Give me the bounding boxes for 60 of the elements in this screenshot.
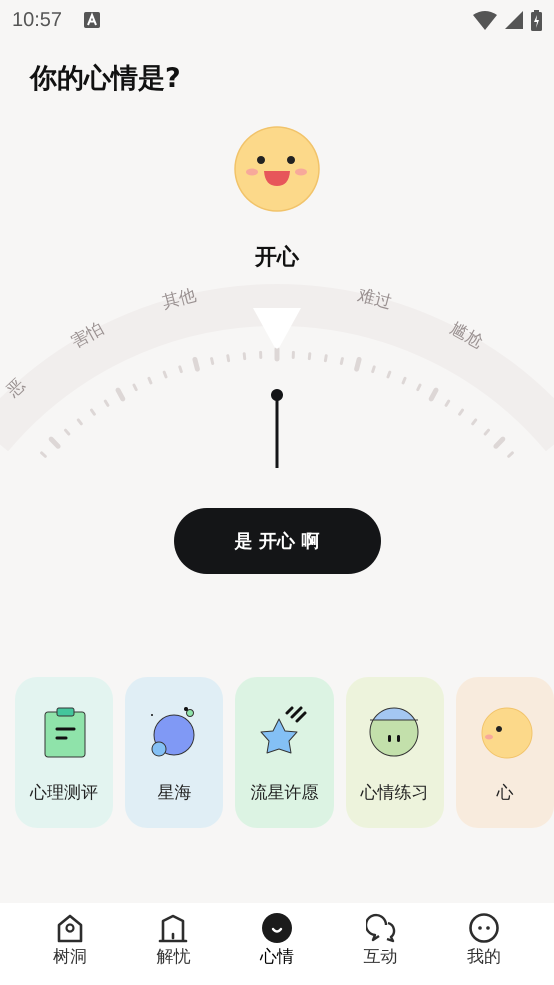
feature-card[interactable]: 星海 [125, 677, 224, 828]
battery-icon [531, 10, 542, 30]
feature-card[interactable]: 心理测评 [15, 677, 114, 828]
dial-tick [428, 388, 438, 402]
smile-icon [262, 913, 292, 943]
dial-tick [116, 388, 126, 402]
confirm-button[interactable]: 是 开心 啊 [174, 508, 380, 574]
dial-tick [484, 428, 490, 436]
status-time: 10:57 [12, 8, 62, 32]
needle-icon [271, 389, 283, 468]
dial-tick [507, 451, 514, 458]
dial-tick [324, 354, 328, 362]
dial-tick [192, 356, 200, 372]
card-label: 心情练习 [360, 782, 429, 804]
dial-tick [371, 365, 376, 374]
dial-tick [340, 357, 344, 365]
page-title: 你的心情是? [30, 62, 182, 96]
dial-tick [274, 346, 280, 362]
dial-tick [148, 376, 152, 384]
nav-tab[interactable]: 互动 [350, 913, 411, 985]
dial-tick [64, 428, 70, 436]
dial-tick [76, 418, 83, 426]
keyboard-icon [84, 12, 100, 28]
dial-tick [493, 436, 506, 449]
chat-bubbles-icon [366, 913, 396, 943]
dial-tick [471, 418, 478, 426]
dial-tick [386, 370, 392, 378]
house-icon [54, 913, 85, 943]
card-label: 星海 [157, 782, 192, 804]
nav-tab[interactable]: 我的 [454, 913, 514, 985]
signal-icon [505, 11, 523, 29]
dial-tick [104, 400, 110, 407]
dial-tick [226, 354, 230, 362]
dial-tick [40, 451, 47, 458]
feature-card[interactable]: 心 [456, 677, 554, 828]
card-label: 流星许愿 [250, 782, 318, 804]
face-icon [469, 913, 500, 943]
nav-tab[interactable]: 心情 [246, 913, 307, 985]
nav-tab[interactable]: 解忧 [143, 913, 204, 985]
dial-tick [90, 408, 96, 416]
dial-tick [162, 370, 168, 378]
happy-face-icon [234, 126, 320, 212]
dial-tick [132, 384, 138, 392]
dial-tick [48, 436, 61, 449]
dial-tick [354, 356, 362, 372]
feature-card[interactable]: 流星许愿 [235, 677, 334, 828]
dial-tick [458, 408, 464, 416]
mood-name: 开心 [255, 244, 299, 272]
nav-tab[interactable]: 树洞 [40, 913, 100, 985]
dial-tick [416, 384, 422, 392]
card-label: 心 [496, 782, 514, 804]
dial-tick [210, 357, 214, 365]
dial-tick [444, 400, 450, 407]
hut-icon [158, 913, 188, 943]
feature-card[interactable]: 心情练习 [346, 677, 444, 828]
dial-tick [402, 376, 406, 384]
dial-tick [178, 365, 183, 374]
pointer-icon [253, 308, 301, 348]
card-label: 心理测评 [30, 782, 98, 804]
wifi-icon [473, 10, 497, 30]
